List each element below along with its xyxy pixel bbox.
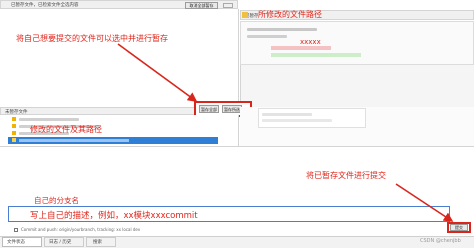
arrow-to-submit-button — [395, 183, 454, 222]
annotation-arrows — [117, 43, 454, 222]
arrow-to-stage-buttons — [117, 43, 198, 102]
